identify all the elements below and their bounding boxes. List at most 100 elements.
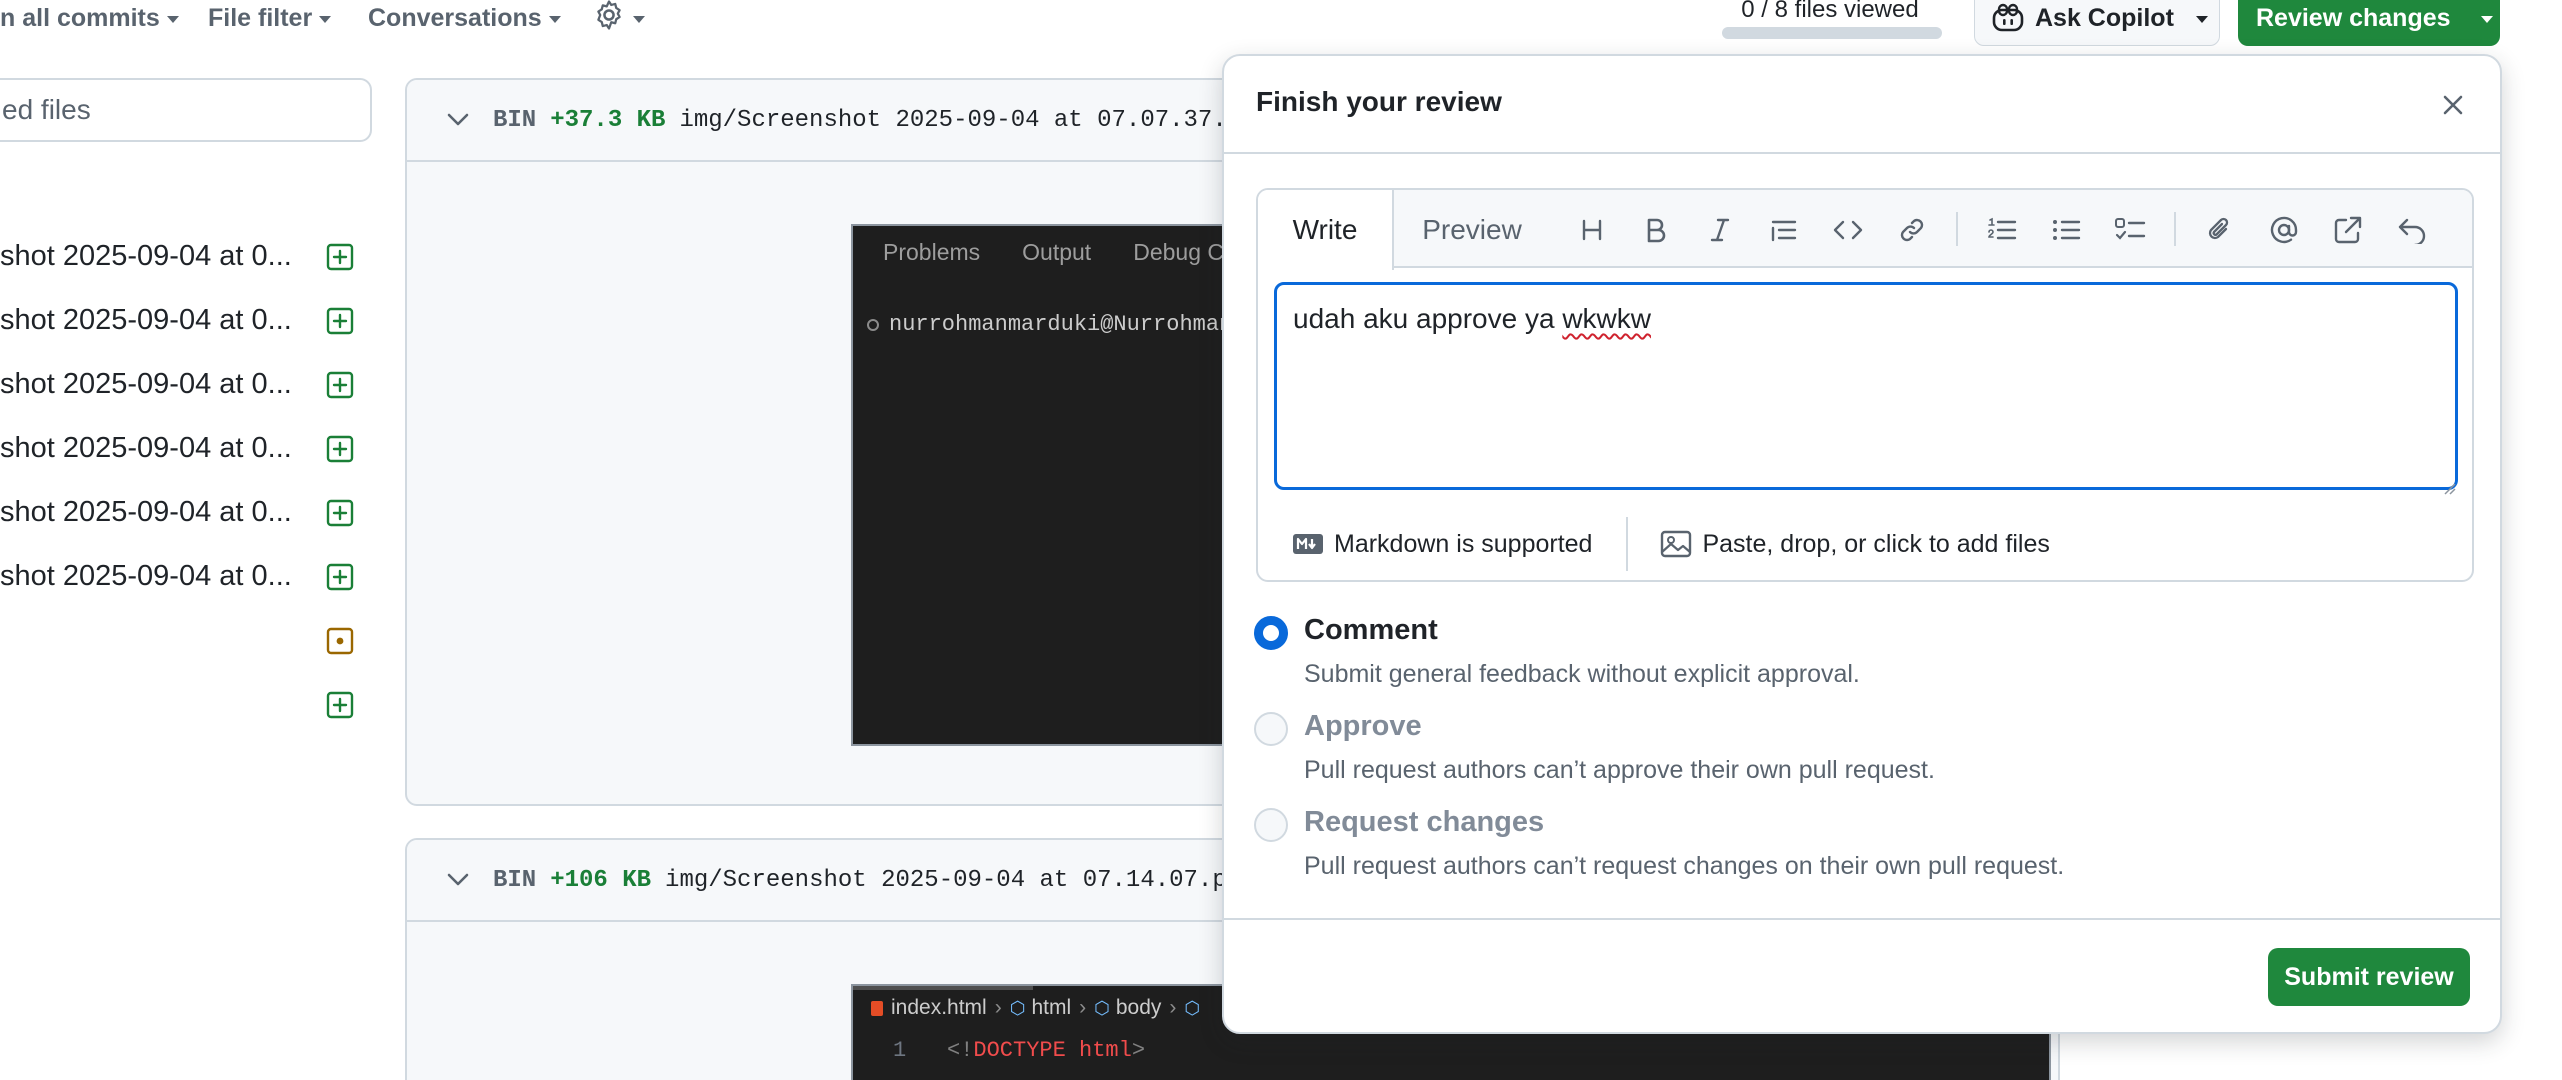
file-size-change: +106 KB <box>550 866 652 894</box>
files-viewed-count: 0 / 8 files viewed <box>1741 0 1919 23</box>
file-name: shot 2025-09-04 at 0... <box>0 559 292 592</box>
conversations-label: Conversations <box>368 3 542 32</box>
code-line: <!DOCTYPE html> <box>947 1038 1145 1063</box>
circle-icon <box>867 318 879 331</box>
binary-badge: BIN <box>493 106 537 134</box>
file-path[interactable]: img/Screenshot 2025-09-04 at 07.07.37. <box>679 107 1226 134</box>
file-added-icon <box>326 243 354 279</box>
file-size-change: +37.3 KB <box>550 106 666 134</box>
settings-dropdown[interactable] <box>592 0 645 36</box>
filter-changed-files-input[interactable]: ed files <box>0 78 372 142</box>
file-path[interactable]: img/Screenshot 2025-09-04 at 07.14.07.p <box>665 867 1227 894</box>
breadcrumb-item: body <box>1115 996 1162 1019</box>
gear-icon <box>592 0 626 39</box>
option-label: Comment <box>1304 614 1438 646</box>
review-changes-label: Review changes <box>2256 3 2451 32</box>
code-icon[interactable] <box>1830 212 1866 248</box>
mention-icon[interactable] <box>2266 212 2302 248</box>
editor-tab-indicator <box>853 986 1033 990</box>
option-description: Pull request authors can’t request chang… <box>1304 852 2065 880</box>
commits-label: n all commits <box>0 3 160 32</box>
radio-comment[interactable] <box>1254 616 1288 650</box>
panel-tab: Debug C <box>1133 238 1224 265</box>
conversations-dropdown[interactable]: Conversations <box>368 0 561 36</box>
terminal-line: nurrohmanmarduki@Nurrohman <box>867 312 1232 337</box>
task-list-icon[interactable] <box>2112 212 2148 248</box>
review-changes-button[interactable]: Review changes <box>2238 0 2500 46</box>
file-tree-item[interactable]: shot 2025-09-04 at 0... <box>0 300 370 340</box>
filter-placeholder: ed files <box>2 94 91 125</box>
comment-text: udah aku approve ya <box>1293 303 1563 334</box>
markdown-icon <box>1292 533 1324 555</box>
tab-write[interactable]: Write <box>1258 190 1394 270</box>
file-tree-item[interactable]: shot 2025-09-04 at 0... <box>0 428 370 468</box>
file-tree-item[interactable]: shot 2025-09-04 at 0... <box>0 556 370 596</box>
radio-approve[interactable] <box>1254 712 1288 746</box>
file-added-icon <box>326 499 354 535</box>
unordered-list-icon[interactable] <box>2048 212 2084 248</box>
quote-icon[interactable] <box>1766 212 1802 248</box>
chevron-right-icon: › <box>1079 996 1087 1019</box>
commits-dropdown[interactable]: n all commits <box>0 0 179 36</box>
comment-editor: Write Preview udah aku approve ya wkwkw … <box>1256 188 2474 582</box>
comment-text-misspelled: wkwkw <box>1562 303 1651 334</box>
option-label: Request changes <box>1304 806 1545 838</box>
line-number: 1 <box>893 1038 907 1063</box>
element-icon: ⬡ <box>1184 997 1201 1018</box>
chevron-down-icon[interactable] <box>447 873 469 887</box>
close-icon[interactable] <box>2440 92 2466 125</box>
files-viewed-progress <box>1722 27 1942 39</box>
chevron-down-icon <box>319 15 332 23</box>
code-token: html <box>1079 1038 1132 1063</box>
file-name: shot 2025-09-04 at 0... <box>0 239 292 272</box>
comment-textarea[interactable]: udah aku approve ya wkwkw <box>1274 282 2458 490</box>
undo-icon[interactable] <box>2394 212 2430 248</box>
option-label: Approve <box>1304 710 1422 742</box>
attach-icon[interactable] <box>2202 212 2238 248</box>
chevron-down-icon <box>633 15 645 23</box>
markdown-note[interactable]: Markdown is supported <box>1334 530 1592 559</box>
file-name: shot 2025-09-04 at 0... <box>0 303 292 336</box>
image-icon <box>1660 530 1692 558</box>
chevron-right-icon: › <box>1169 996 1177 1019</box>
html5-icon <box>871 1000 883 1016</box>
radio-request-changes[interactable] <box>1254 808 1288 842</box>
attach-files-note[interactable]: Paste, drop, or click to add files <box>1702 530 2049 559</box>
option-description: Submit general feedback without explicit… <box>1304 660 1860 688</box>
code-token: <! <box>947 1038 974 1063</box>
file-added-icon <box>326 563 354 599</box>
chevron-down-icon <box>548 15 561 23</box>
reference-icon[interactable] <box>2330 212 2366 248</box>
bold-icon[interactable] <box>1638 212 1674 248</box>
file-filter-dropdown[interactable]: File filter <box>208 0 332 36</box>
heading-icon[interactable] <box>1574 212 1610 248</box>
file-tree-item[interactable]: shot 2025-09-04 at 0... <box>0 364 370 404</box>
file-tree-item[interactable]: shot 2025-09-04 at 0... <box>0 236 370 276</box>
code-token: DOCTYPE <box>973 1038 1066 1063</box>
file-added-icon <box>326 371 354 407</box>
resize-handle-icon[interactable] <box>2442 474 2456 502</box>
editor-footer: Markdown is supported Paste, drop, or cl… <box>1258 506 2472 580</box>
ask-copilot-button[interactable]: Ask Copilot <box>1974 0 2220 46</box>
file-tree-item[interactable]: shot 2025-09-04 at 0... <box>0 492 370 532</box>
copilot-icon <box>1991 3 2025 33</box>
dialog-title: Finish your review <box>1256 86 1502 117</box>
ordered-list-icon[interactable] <box>1984 212 2020 248</box>
chevron-right-icon: › <box>994 996 1002 1019</box>
binary-badge: BIN <box>493 866 537 894</box>
file-name: shot 2025-09-04 at 0... <box>0 367 292 400</box>
tab-preview[interactable]: Preview <box>1408 190 1536 270</box>
italic-icon[interactable] <box>1702 212 1738 248</box>
file-added-icon <box>326 691 354 727</box>
element-icon: ⬡ <box>1094 997 1110 1018</box>
file-tree-item[interactable] <box>0 620 370 660</box>
submit-review-button[interactable]: Submit review <box>2268 948 2470 1006</box>
chevron-down-icon[interactable] <box>447 113 469 127</box>
link-icon[interactable] <box>1894 212 1930 248</box>
file-modified-icon <box>326 627 354 663</box>
code-token: > <box>1131 1038 1146 1063</box>
breadcrumb-item: html <box>1031 996 1072 1019</box>
finish-review-dialog: Finish your review Write Preview udah ak… <box>1222 54 2502 1034</box>
file-tree-item[interactable] <box>0 684 370 724</box>
ask-copilot-label: Ask Copilot <box>2035 3 2174 32</box>
